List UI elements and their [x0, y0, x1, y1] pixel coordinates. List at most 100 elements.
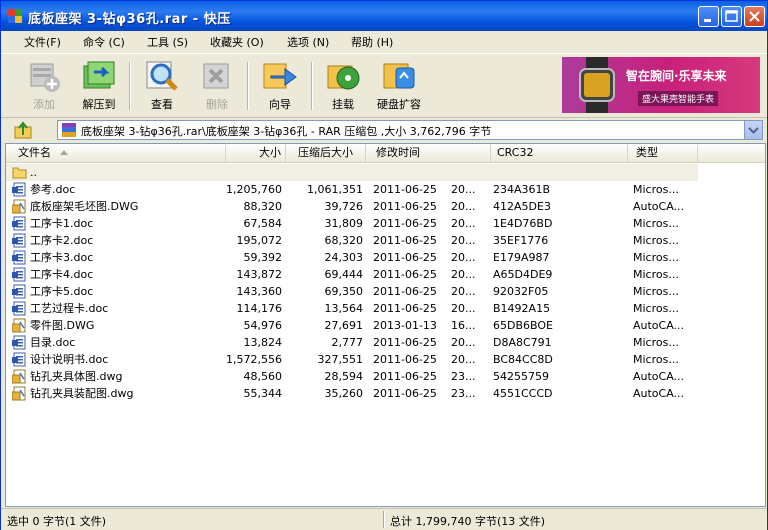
word-doc-icon — [12, 233, 26, 248]
file-time: 20... — [451, 217, 476, 230]
word-doc-icon — [12, 250, 26, 265]
file-packed: 68,320 — [324, 234, 364, 247]
close-button[interactable] — [744, 6, 765, 27]
advertisement-banner[interactable]: 智在腕间·乐享未来 盛大果壳智能手表 — [562, 57, 760, 113]
folder-icon — [12, 167, 27, 179]
status-bar: 选中 0 字节(1 文件) 总计 1,799,740 字节(13 文件) — [1, 508, 767, 530]
menu-options[interactable]: 选项 (N) — [287, 34, 329, 50]
file-crc: 92032F05 — [493, 285, 549, 298]
menu-favorites[interactable]: 收藏夹 (O) — [210, 34, 264, 50]
toolbar-separator — [247, 62, 249, 110]
title-bar[interactable]: 底板座架 3-钻φ36孔.rar - 快压 — [1, 1, 767, 31]
minimize-button[interactable] — [698, 6, 719, 27]
col-type[interactable]: 类型 — [628, 144, 698, 162]
file-row[interactable]: 钻孔夹具装配图.dwg 55,344 35,260 2011-06-25 23... 45… — [6, 385, 765, 402]
file-date: 2011-06-25 — [373, 302, 437, 315]
sort-ascending-icon — [59, 150, 68, 155]
file-date: 2011-06-25 — [373, 200, 437, 213]
file-row[interactable]: 目录.doc 13,824 2,777 2011-06-25 20... D8A8C791… — [6, 334, 765, 351]
status-selected: 选中 0 字节(1 文件) — [7, 515, 107, 528]
file-row[interactable]: 工序卡2.doc 195,072 68,320 2011-06-25 20... 35EF… — [6, 232, 765, 249]
file-date: 2011-06-25 — [373, 285, 437, 298]
file-time: 20... — [451, 268, 476, 281]
file-time: 16... — [451, 319, 476, 332]
address-dropdown-button[interactable] — [744, 121, 762, 139]
file-time: 23... — [451, 387, 476, 400]
disk-expand-button[interactable]: 硬盘扩容 — [371, 58, 427, 116]
file-name: 钻孔夹具体图.dwg — [30, 370, 123, 383]
file-name: 零件图.DWG — [30, 319, 95, 332]
file-size: 67,584 — [243, 217, 283, 230]
file-time: 23... — [451, 370, 476, 383]
mount-button[interactable]: 挂载 — [315, 58, 371, 116]
file-date: 2011-06-25 — [373, 217, 437, 230]
file-time: 20... — [451, 183, 476, 196]
col-name-label: 文件名 — [18, 146, 51, 159]
file-type: Micros... — [633, 217, 679, 230]
file-row[interactable]: 钻孔夹具体图.dwg 48,560 28,594 2011-06-25 23... 542… — [6, 368, 765, 385]
file-crc: 1E4D76BD — [493, 217, 553, 230]
view-button[interactable]: 查看 — [134, 58, 190, 116]
file-packed: 1,061,351 — [307, 183, 363, 196]
up-folder-icon — [14, 121, 32, 139]
file-row[interactable]: 工艺过程卡.doc 114,176 13,564 2011-06-25 20... B14… — [6, 300, 765, 317]
delete-icon — [203, 63, 229, 89]
file-crc: 65DB6BOE — [493, 319, 553, 332]
file-row[interactable]: 零件图.DWG 54,976 27,691 2013-01-13 16... 65DB6B… — [6, 317, 765, 334]
word-doc-icon — [12, 182, 26, 197]
window-title: 底板座架 3-钻φ36孔.rar - 快压 — [28, 12, 231, 27]
col-name[interactable]: 文件名 — [6, 144, 226, 162]
file-size: 114,176 — [236, 302, 283, 315]
delete-label: 删除 — [206, 98, 228, 111]
word-doc-icon — [12, 301, 26, 316]
word-doc-icon — [12, 335, 26, 350]
file-size: 143,360 — [236, 285, 283, 298]
file-type: Micros... — [633, 183, 679, 196]
smartwatch-icon — [579, 57, 615, 113]
add-button[interactable]: 添加 — [16, 58, 72, 116]
word-doc-icon — [12, 284, 26, 299]
col-size[interactable]: 大小 — [226, 144, 286, 162]
file-crc: D8A8C791 — [493, 336, 552, 349]
chevron-down-icon — [748, 127, 759, 134]
delete-button[interactable]: 删除 — [189, 58, 245, 116]
file-type: AutoCA... — [633, 370, 685, 383]
mount-label: 挂载 — [332, 98, 354, 111]
view-label: 查看 — [151, 98, 173, 111]
maximize-button[interactable] — [721, 6, 742, 27]
col-packed[interactable]: 压缩后大小 — [286, 144, 366, 162]
menu-tools[interactable]: 工具 (S) — [147, 34, 188, 50]
col-crc[interactable]: CRC32 — [491, 144, 628, 162]
file-row[interactable]: 工序卡4.doc 143,872 69,444 2011-06-25 20... A65D… — [6, 266, 765, 283]
file-time: 20... — [451, 234, 476, 247]
file-date: 2011-06-25 — [373, 336, 437, 349]
up-folder-button[interactable] — [7, 120, 41, 140]
extract-icon — [83, 61, 115, 89]
add-icon — [30, 63, 60, 92]
menu-command[interactable]: 命令 (C) — [83, 34, 125, 50]
file-crc: E179A987 — [493, 251, 550, 264]
col-modified[interactable]: 修改时间 — [366, 144, 491, 162]
file-row[interactable]: 设计说明书.doc 1,572,556 327,551 2011-06-25 20...… — [6, 351, 765, 368]
word-doc-icon — [12, 352, 26, 367]
file-row[interactable]: 底板座架毛坯图.DWG 88,320 39,726 2011-06-25 20... 41… — [6, 198, 765, 215]
file-crc: 54255759 — [493, 370, 549, 383]
menu-file[interactable]: 文件(F) — [24, 34, 61, 50]
file-date: 2011-06-25 — [373, 183, 437, 196]
address-field[interactable]: 底板座架 3-钻φ36孔.rar\底板座架 3-钻φ36孔 - RAR 压缩包 … — [57, 120, 763, 140]
word-doc-icon — [12, 267, 26, 282]
file-date: 2011-06-25 — [373, 370, 437, 383]
extract-to-button[interactable]: 解压到 — [71, 58, 127, 116]
file-name: 工序卡3.doc — [30, 251, 94, 264]
file-packed: 31,809 — [324, 217, 364, 230]
wizard-arrow-icon — [263, 63, 297, 89]
file-row[interactable]: 参考.doc 1,205,760 1,061,351 2011-06-25 20... 2… — [6, 181, 765, 198]
wizard-button[interactable]: 向导 — [252, 58, 308, 116]
file-type: Micros... — [633, 234, 679, 247]
menu-help[interactable]: 帮助 (H) — [351, 34, 393, 50]
file-row[interactable]: 工序卡1.doc 67,584 31,809 2011-06-25 20... 1E4D7… — [6, 215, 765, 232]
parent-folder-row[interactable]: .. — [6, 164, 698, 181]
file-row[interactable]: 工序卡3.doc 59,392 24,303 2011-06-25 20... E179A… — [6, 249, 765, 266]
file-packed: 35,260 — [324, 387, 364, 400]
file-row[interactable]: 工序卡5.doc 143,360 69,350 2011-06-25 20... 9203… — [6, 283, 765, 300]
